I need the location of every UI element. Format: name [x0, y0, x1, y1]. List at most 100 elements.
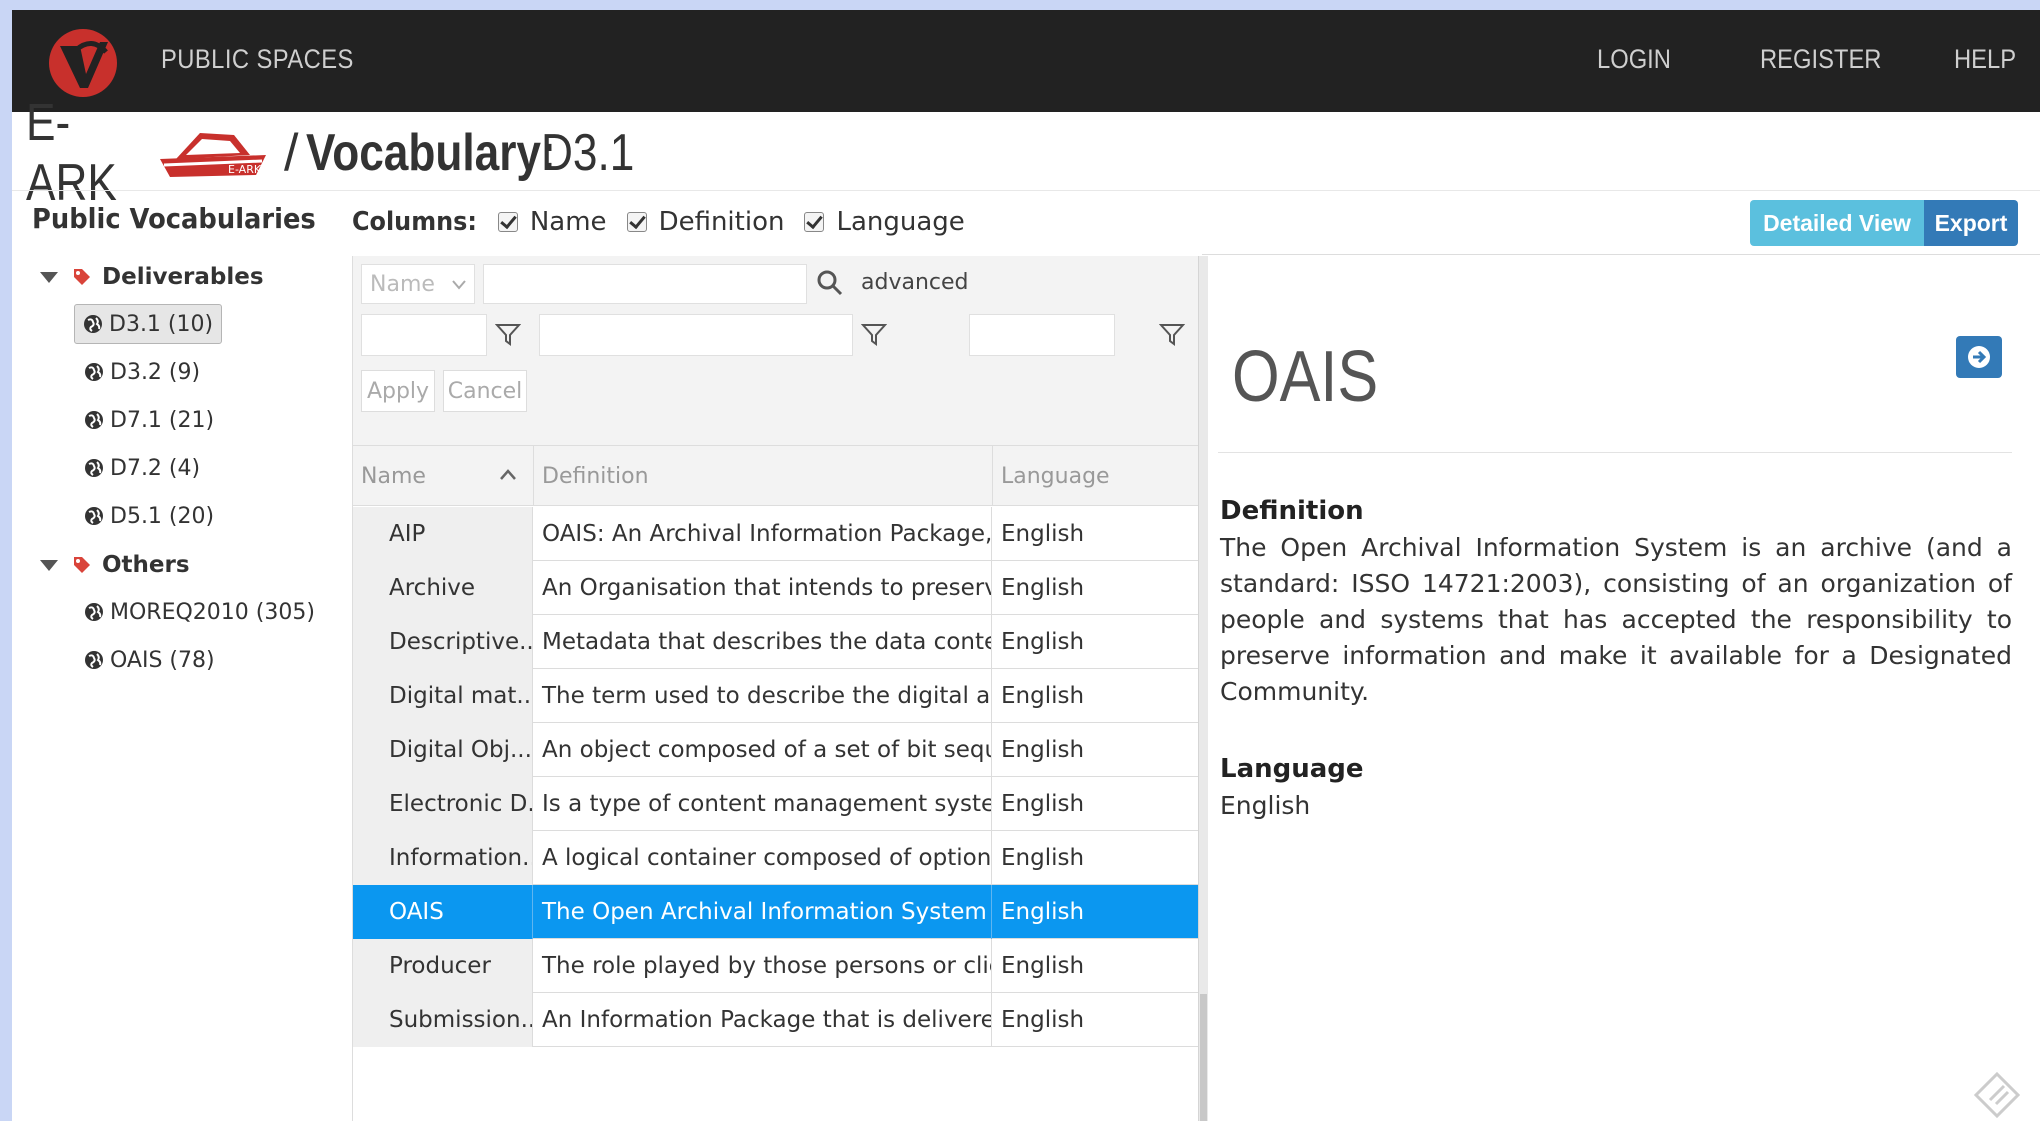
table-row[interactable]: Archive An Organisation that intends to … — [353, 561, 1201, 615]
cell-language: English — [1001, 629, 1085, 655]
cell-name: Digital Obj... — [353, 723, 533, 777]
cancel-button[interactable]: Cancel — [443, 370, 527, 412]
header-label: Definition — [542, 463, 649, 489]
resize-grip-icon[interactable] — [1972, 1070, 2022, 1120]
tree-item-label: D7.2 (4) — [110, 455, 201, 481]
vocabulary-label: Vocabulary: — [306, 124, 557, 182]
definition-text: The Open Archival Information System is … — [1220, 533, 2012, 706]
cell-definition: A logical container composed of option..… — [534, 831, 992, 885]
table-row[interactable]: Information... A logical container compo… — [353, 831, 1201, 885]
cell-language: English — [1001, 521, 1085, 547]
name-filter-input[interactable] — [361, 314, 487, 356]
table-row[interactable]: Submission... An Information Package tha… — [353, 993, 1201, 1047]
project-name[interactable]: E-ARK — [26, 93, 128, 213]
checkbox-checked-icon[interactable] — [804, 212, 825, 232]
filter-icon[interactable] — [861, 322, 887, 346]
page-title: E-ARK E-ARK / Vocabulary: D3.1 — [26, 94, 651, 212]
table-row[interactable]: Producer The role played by those person… — [353, 939, 1201, 993]
filter-icon[interactable] — [495, 322, 521, 346]
search-input[interactable] — [483, 264, 807, 304]
tree-item-d5-1[interactable]: D5.1 (20) — [76, 496, 222, 536]
table-row[interactable]: Descriptive... Metadata that describes t… — [353, 615, 1201, 669]
header-language[interactable]: Language — [993, 446, 1193, 506]
table-row[interactable]: Electronic D... Is a type of content man… — [353, 777, 1201, 831]
filter-icon[interactable] — [1159, 322, 1185, 346]
tree-item-label: D5.1 (20) — [110, 503, 215, 529]
sort-ascending-icon[interactable] — [499, 468, 517, 482]
tree-item-d3-1[interactable]: D3.1 (10) — [74, 304, 223, 344]
cell-language: English — [1001, 845, 1085, 871]
cell-name: Submission... — [353, 993, 533, 1047]
open-detail-button[interactable] — [1956, 336, 2002, 378]
checkbox-checked-icon[interactable] — [497, 212, 518, 232]
globe-icon — [85, 603, 103, 621]
cell-definition: An Organisation that intends to preserv.… — [534, 561, 992, 615]
checkbox-checked-icon[interactable] — [626, 212, 647, 232]
cell-definition: An Information Package that is delivere.… — [534, 993, 992, 1047]
nav-register[interactable]: REGISTER — [1760, 44, 1881, 75]
cell-name: Archive — [353, 561, 533, 615]
definition-filter-input[interactable] — [539, 314, 853, 356]
language-label: Language — [1220, 754, 1364, 784]
tag-icon — [74, 557, 90, 573]
tree-item-label: D3.2 (9) — [110, 359, 201, 385]
tree-item-oais[interactable]: OAIS (78) — [76, 640, 223, 680]
arrow-right-icon — [1968, 346, 1990, 368]
vocabulary-name: D3.1 — [541, 124, 635, 182]
cell-name: OAIS — [353, 885, 533, 939]
advanced-search-link[interactable]: advanced — [861, 270, 969, 295]
tree-item-label: D3.1 (10) — [109, 311, 214, 337]
tree-group-deliverables[interactable]: Deliverables — [26, 257, 264, 297]
header-label: Name — [361, 463, 426, 489]
tree-group-others[interactable]: Others — [26, 545, 190, 585]
cell-definition: Metadata that describes the data conte..… — [534, 615, 992, 669]
tree-item-label: MOREQ2010 (305) — [110, 599, 315, 625]
svg-text:E-ARK: E-ARK — [228, 163, 262, 176]
cell-name: Producer — [353, 939, 533, 993]
search-icon[interactable] — [815, 268, 845, 298]
ark-boat-logo: E-ARK — [160, 133, 266, 177]
columns-label: Columns: — [352, 207, 477, 237]
language-filter-input[interactable] — [969, 314, 1115, 356]
cell-definition: OAIS: An Archival Information Package, .… — [534, 507, 992, 561]
table-row[interactable]: AIP OAIS: An Archival Information Packag… — [353, 507, 1201, 561]
cell-language: English — [1001, 683, 1085, 709]
tree-item-d7-1[interactable]: D7.1 (21) — [76, 400, 222, 440]
grid-scrollbar[interactable] — [1198, 256, 1208, 1121]
column-toggle-language[interactable]: Language — [804, 207, 965, 237]
nav-login[interactable]: LOGIN — [1597, 44, 1671, 75]
scrollbar-thumb[interactable] — [1200, 994, 1207, 1121]
tree-item-d7-2[interactable]: D7.2 (4) — [76, 448, 208, 488]
cell-definition: An object composed of a set of bit sequ.… — [534, 723, 992, 777]
table-row-selected[interactable]: OAIS The Open Archival Information Syste… — [353, 885, 1201, 939]
globe-icon — [84, 315, 102, 333]
table-row[interactable]: Digital mat... The term used to describe… — [353, 669, 1201, 723]
checkbox-label: Definition — [658, 207, 785, 237]
title-separator: / — [284, 124, 299, 182]
column-toggle-definition[interactable]: Definition — [626, 207, 785, 237]
definition-label: Definition — [1220, 496, 1364, 526]
globe-icon — [85, 363, 103, 381]
header-definition[interactable]: Definition — [534, 446, 992, 506]
field-select[interactable]: Name — [361, 264, 475, 304]
tree-item-d3-2[interactable]: D3.2 (9) — [76, 352, 208, 392]
columns-bar: Columns: Name Definition Language — [352, 202, 985, 242]
nav-help[interactable]: HELP — [1954, 44, 2016, 75]
column-toggle-name[interactable]: Name — [497, 207, 607, 237]
cell-language: English — [1001, 791, 1085, 817]
export-button[interactable]: Export — [1924, 200, 2018, 246]
cell-language: English — [1001, 737, 1085, 763]
globe-icon — [85, 411, 103, 429]
caret-down-icon[interactable] — [40, 559, 58, 571]
nav-public-spaces[interactable]: PUBLIC SPACES — [161, 44, 354, 75]
table-row[interactable]: Digital Obj... An object composed of a s… — [353, 723, 1201, 777]
apply-button[interactable]: Apply — [361, 370, 435, 412]
tag-icon — [74, 269, 90, 285]
globe-icon — [85, 651, 103, 669]
cell-language: English — [1001, 953, 1085, 979]
v-logo-icon[interactable] — [46, 26, 120, 100]
divider — [1218, 452, 2012, 453]
detailed-view-button[interactable]: Detailed View — [1750, 200, 1924, 246]
tree-item-moreq2010[interactable]: MOREQ2010 (305) — [76, 592, 323, 632]
caret-down-icon[interactable] — [40, 271, 58, 283]
